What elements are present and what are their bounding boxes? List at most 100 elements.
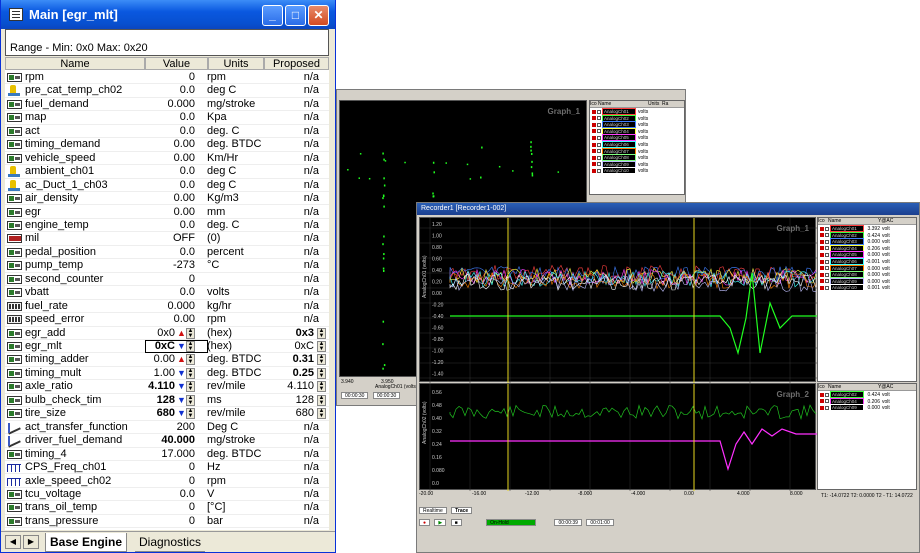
legend-row[interactable]: AnalogCh05 0.000 volt bbox=[818, 251, 916, 259]
table-row[interactable]: egr 0.00 mm n/a bbox=[5, 206, 329, 219]
parameter-value[interactable]: 4.110 bbox=[125, 380, 175, 393]
legend-row[interactable]: AnalogCh04 volts bbox=[590, 127, 684, 135]
proposed-spinner[interactable]: ▲ ▼ bbox=[317, 394, 326, 406]
legend-row[interactable]: AnalogCh03 volts bbox=[590, 121, 684, 129]
table-row[interactable]: fuel_rate 0.000 kg/hr n/a bbox=[5, 300, 329, 314]
channel-checkbox[interactable] bbox=[825, 286, 829, 291]
legend-row[interactable]: AnalogCh08 volts bbox=[590, 154, 684, 162]
legend-row[interactable]: AnalogCh10 0.001 volt bbox=[818, 284, 916, 292]
header-name[interactable]: Name bbox=[5, 57, 145, 70]
tab-next-button[interactable]: ▶ bbox=[23, 535, 39, 549]
header-units[interactable]: Units bbox=[208, 57, 264, 70]
table-row[interactable]: axle_speed_ch02 0 rpm n/a bbox=[5, 475, 329, 488]
channel-checkbox[interactable] bbox=[597, 116, 601, 121]
parameter-proposed[interactable]: 0x3 bbox=[263, 327, 314, 340]
parameter-proposed[interactable]: 680 bbox=[263, 407, 314, 420]
table-row[interactable]: mil OFF (0) n/a bbox=[5, 232, 329, 246]
table-row[interactable]: speed_error 0.00 rpm n/a bbox=[5, 313, 329, 327]
value-spinner[interactable]: ▲ ▼ bbox=[186, 381, 195, 393]
graph1-legend[interactable]: Ico Name Y@AC AnalogCh01 3.392 volt AnalogCh0… bbox=[817, 217, 917, 382]
proposed-spinner[interactable]: ▲ ▼ bbox=[317, 381, 326, 393]
tab-base-engine[interactable]: Base Engine bbox=[45, 533, 128, 552]
table-row[interactable]: egr_mlt 0xC ▼ ▲ ▼ (hex) 0xC ▲ ▼ bbox=[5, 340, 329, 354]
channel-checkbox[interactable] bbox=[825, 279, 829, 284]
legend-row[interactable]: AnalogCh06 volts bbox=[590, 140, 684, 148]
header-value[interactable]: Value bbox=[145, 57, 208, 70]
stop-button[interactable]: ■ bbox=[450, 519, 462, 526]
graph1-plot[interactable]: 1.20 1.00 0.80 0.60 0.40 0.20 0.00 -0.20 -0.40 -0… bbox=[419, 217, 817, 383]
channel-checkbox[interactable] bbox=[597, 136, 601, 141]
legend-row[interactable]: AnalogCh07 0.000 volt bbox=[818, 264, 916, 272]
parameter-grid[interactable]: Name Value Units Proposed rpm 0 rpm n/a pre_… bbox=[5, 57, 329, 530]
channel-checkbox[interactable] bbox=[597, 155, 601, 160]
header-proposed[interactable]: Proposed bbox=[264, 57, 329, 70]
value-spinner[interactable]: ▲ ▼ bbox=[186, 341, 195, 352]
legend-row[interactable]: AnalogCh04 0.206 volt bbox=[818, 397, 916, 405]
table-row[interactable]: timing_mult 1.00 ▼ ▲ ▼ deg. BTDC 0.25 ▲ ▼ bbox=[5, 367, 329, 381]
table-row[interactable]: pump_temp -273 °C n/a bbox=[5, 259, 329, 273]
proposed-spinner[interactable]: ▲ ▼ bbox=[317, 341, 326, 352]
proposed-spinner[interactable]: ▲ ▼ bbox=[317, 327, 326, 339]
parameter-value[interactable]: 0.00 bbox=[125, 353, 175, 366]
main-window[interactable]: Main [egr_mlt] _ □ ✕ Range - Min: 0x0 Ma… bbox=[0, 0, 336, 553]
table-row[interactable]: engine_temp 0.0 deg. C n/a bbox=[5, 219, 329, 233]
parameter-value[interactable]: 1.00 bbox=[125, 367, 175, 380]
value-spinner[interactable]: ▲ ▼ bbox=[186, 354, 195, 366]
channel-legend-back[interactable]: IcoName Units Ra AnalogCh01 volts AnalogCh02… bbox=[589, 100, 685, 195]
tab-trace[interactable]: Trace bbox=[451, 507, 473, 514]
channel-checkbox[interactable] bbox=[597, 162, 601, 167]
legend-row[interactable]: AnalogCh09 0.000 volt bbox=[818, 404, 916, 412]
table-row[interactable]: timing_adder 0.00 ▲ ▲ ▼ deg. BTDC 0.31 ▲ ▼ bbox=[5, 353, 329, 367]
table-row[interactable]: ambient_ch01 0.0 deg C n/a bbox=[5, 165, 329, 179]
channel-checkbox[interactable] bbox=[825, 272, 829, 277]
channel-checkbox[interactable] bbox=[825, 259, 829, 264]
table-row[interactable]: air_density 0.00 Kg/m3 n/a bbox=[5, 192, 329, 206]
proposed-spinner[interactable]: ▲ ▼ bbox=[317, 408, 326, 420]
channel-checkbox[interactable] bbox=[597, 149, 601, 154]
table-row[interactable]: timing_4 17.000 deg. BTDC n/a bbox=[5, 448, 329, 462]
channel-checkbox[interactable] bbox=[825, 399, 829, 404]
proposed-spinner[interactable]: ▲ ▼ bbox=[317, 354, 326, 366]
channel-checkbox[interactable] bbox=[825, 405, 829, 410]
recorder-window[interactable]: Recorder1 [Recorder1-002] 1.20 1.00 0.80 0.… bbox=[416, 202, 920, 553]
value-spinner[interactable]: ▲ ▼ bbox=[186, 408, 195, 420]
channel-checkbox[interactable] bbox=[825, 226, 829, 231]
channel-checkbox[interactable] bbox=[597, 142, 601, 147]
table-row[interactable]: rpm 0 rpm n/a bbox=[5, 71, 329, 85]
legend-row[interactable]: AnalogCh03 0.000 volt bbox=[818, 238, 916, 246]
parameter-proposed[interactable]: 4.110 bbox=[263, 380, 314, 393]
legend-row[interactable]: AnalogCh01 volts bbox=[590, 108, 684, 115]
table-row[interactable]: pedal_position 0.0 percent n/a bbox=[5, 246, 329, 260]
table-row[interactable]: second_counter 0 n/a bbox=[5, 273, 329, 287]
table-row[interactable]: driver_fuel_demand 40.000 mg/stroke n/a bbox=[5, 434, 329, 448]
maximize-button[interactable]: □ bbox=[285, 5, 306, 26]
value-spinner[interactable]: ▲ ▼ bbox=[186, 327, 195, 339]
graph2-legend[interactable]: Ico Name Y@AC AnalogCh02 0.424 volt AnalogCh0… bbox=[817, 383, 917, 490]
graph2-plot[interactable]: 0.56 0.48 0.40 0.32 0.24 0.16 0.080 0.0 AnalogCh… bbox=[419, 383, 817, 491]
table-row[interactable]: tcu_voltage 0.0 Vn/a bbox=[5, 488, 329, 502]
table-row[interactable]: axle_ratio 4.110 ▼ ▲ ▼ rev/mile 4.110 ▲ ▼ bbox=[5, 380, 329, 394]
table-row[interactable]: vehicle_speed 0.00 Km/Hr n/a bbox=[5, 152, 329, 166]
legend-row[interactable]: AnalogCh06 -0.001 volt bbox=[818, 257, 916, 265]
channel-checkbox[interactable] bbox=[825, 233, 829, 238]
channel-checkbox[interactable] bbox=[825, 246, 829, 251]
channel-checkbox[interactable] bbox=[597, 122, 601, 127]
table-row[interactable]: egr_add 0x0 ▲ ▲ ▼ (hex) 0x3 ▲ ▼ bbox=[5, 327, 329, 340]
parameter-value[interactable]: 0xC bbox=[125, 340, 175, 353]
minimize-button[interactable]: _ bbox=[262, 5, 283, 26]
table-row[interactable]: tire_size 680 ▼ ▲ ▼ rev/mile 680 ▲ ▼ bbox=[5, 407, 329, 421]
channel-checkbox[interactable] bbox=[825, 392, 829, 397]
table-row[interactable]: act_transfer_function 200 Deg C n/a bbox=[5, 421, 329, 435]
tab-diagnostics[interactable]: Diagnostics bbox=[135, 533, 206, 552]
close-button[interactable]: ✕ bbox=[308, 5, 329, 26]
channel-checkbox[interactable] bbox=[825, 253, 829, 258]
tab-strip[interactable]: Realtime Trace bbox=[419, 507, 479, 516]
legend-row[interactable]: AnalogCh07 volts bbox=[590, 147, 684, 155]
tab-prev-button[interactable]: ◀ bbox=[5, 535, 21, 549]
proposed-spinner[interactable]: ▲ ▼ bbox=[317, 367, 326, 379]
table-row[interactable]: ac_Duct_1_ch03 0.0 deg C n/a bbox=[5, 179, 329, 193]
legend-row[interactable]: AnalogCh08 0.000 volt bbox=[818, 271, 916, 279]
table-row[interactable]: timing_demand 0.00 deg. BTDC n/a bbox=[5, 138, 329, 152]
channel-checkbox[interactable] bbox=[825, 239, 829, 244]
parameter-value[interactable]: 128 bbox=[125, 394, 175, 407]
